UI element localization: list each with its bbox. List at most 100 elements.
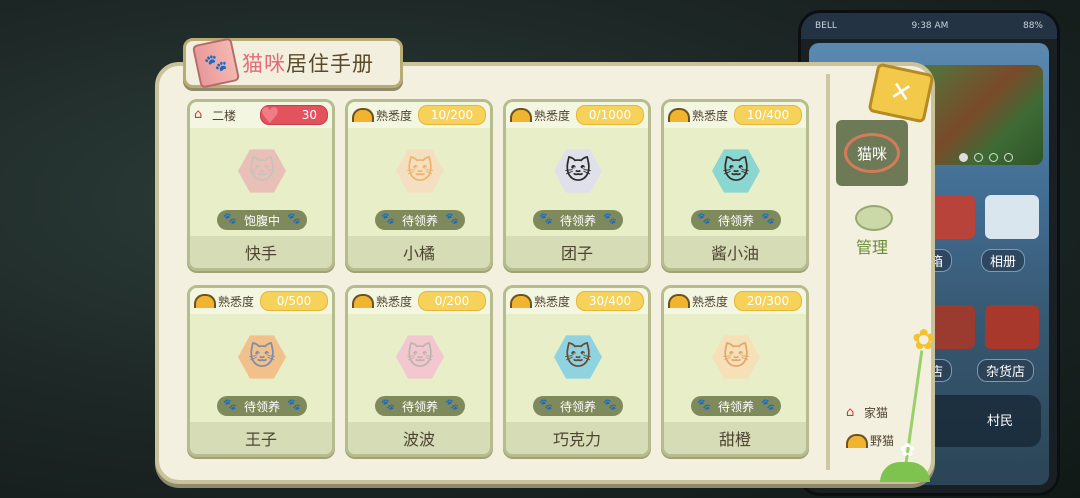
cat-name: 甜橙 bbox=[664, 422, 806, 454]
paw-icon: 🐾 bbox=[603, 212, 617, 225]
cat-portrait: 🐱 bbox=[712, 335, 760, 379]
cat-face-icon: 🐱 bbox=[406, 342, 434, 372]
cat-status-pill: 🐾 待领养 🐾 bbox=[691, 210, 781, 230]
yellow-flower-icon: ✿ bbox=[912, 323, 936, 356]
cat-portrait: 🐱 bbox=[396, 149, 444, 193]
card-header-text: 熟悉度 bbox=[218, 294, 255, 309]
cat-name: 巧克力 bbox=[506, 422, 648, 454]
paw-icon: 🐾 bbox=[539, 212, 553, 225]
cat-portrait: 🐱 bbox=[396, 335, 444, 379]
cat-card[interactable]: 熟悉度 10/200 🐱 🐾 待领养 🐾 小橘 bbox=[345, 99, 493, 271]
familiarity-value: 0/1000 bbox=[588, 108, 632, 122]
tent-icon bbox=[668, 108, 690, 122]
cat-face-icon: 🐱 bbox=[564, 342, 592, 372]
cat-status-pill: 🐾 待领养 🐾 bbox=[375, 210, 465, 230]
card-header-text: 熟悉度 bbox=[692, 108, 729, 123]
paw-icon: 🐾 bbox=[697, 398, 711, 411]
paw-book-icon: 🐾 bbox=[191, 37, 241, 89]
cat-card[interactable]: 熟悉度 20/300 🐱 🐾 待领养 🐾 甜橙 bbox=[661, 285, 809, 457]
card-header-label: 熟悉度 bbox=[510, 293, 570, 310]
cat-card[interactable]: 熟悉度 0/1000 🐱 🐾 待领养 🐾 团子 bbox=[503, 99, 651, 271]
page-title: 猫咪居住手册 bbox=[242, 48, 374, 78]
card-header-label: 熟悉度 bbox=[668, 293, 728, 310]
cat-card[interactable]: ⌂ 二楼 ♥ 30 🐱 🐾 饱腹中 🐾 快手 bbox=[187, 99, 335, 271]
paw-icon: 🐾 bbox=[761, 212, 775, 225]
phone-battery: 88% bbox=[1022, 21, 1043, 31]
paw-icon: 🐾 bbox=[697, 212, 711, 225]
familiarity-value: 20/300 bbox=[746, 294, 790, 308]
cat-name: 小橘 bbox=[348, 236, 490, 268]
heart-icon: ♥ bbox=[260, 104, 280, 129]
handbook-title-tab: 🐾 猫咪居住手册 bbox=[183, 37, 403, 89]
cat-card[interactable]: 熟悉度 30/400 🐱 🐾 待领养 🐾 巧克力 bbox=[503, 285, 651, 457]
card-header: 熟悉度 0/200 bbox=[348, 288, 490, 314]
app-label-grocery: 杂货店 bbox=[977, 359, 1035, 382]
cat-name: 团子 bbox=[506, 236, 648, 268]
cat-status-text: 待领养 bbox=[559, 213, 596, 228]
card-header-text: 熟悉度 bbox=[692, 294, 729, 309]
card-header-text: 熟悉度 bbox=[376, 294, 413, 309]
panel-divider bbox=[826, 74, 830, 470]
paw-icon: 🐾 bbox=[445, 398, 459, 411]
paw-icon: 🐾 bbox=[223, 212, 237, 225]
cat-name: 王子 bbox=[190, 422, 332, 454]
tent-icon bbox=[352, 108, 374, 122]
familiarity-value: 30 bbox=[301, 108, 317, 122]
tent-icon bbox=[352, 294, 374, 308]
close-icon: ✕ bbox=[887, 76, 915, 110]
cat-status-text: 饱腹中 bbox=[243, 213, 280, 228]
cat-status-text: 待领养 bbox=[401, 213, 438, 228]
card-header: ⌂ 二楼 ♥ 30 bbox=[190, 102, 332, 129]
cat-card[interactable]: 熟悉度 0/500 🐱 🐾 待领养 🐾 王子 bbox=[187, 285, 335, 457]
cat-status-pill: 🐾 待领养 🐾 bbox=[533, 210, 623, 230]
cat-card[interactable]: 熟悉度 10/400 🐱 🐾 待领养 🐾 酱小油 bbox=[661, 99, 809, 271]
cat-card[interactable]: 熟悉度 0/200 🐱 🐾 待领养 🐾 波波 bbox=[345, 285, 493, 457]
familiarity-badge: 30/400 bbox=[576, 291, 644, 311]
house-icon: ⌂ bbox=[846, 404, 855, 420]
cat-portrait: 🐱 bbox=[712, 149, 760, 193]
card-header: 熟悉度 30/400 bbox=[506, 288, 648, 314]
legend-wild-label: 野猫 bbox=[870, 434, 895, 448]
cat-face-icon: 🐱 bbox=[248, 156, 276, 186]
card-header-label: 熟悉度 bbox=[352, 107, 412, 124]
cat-name: 酱小油 bbox=[664, 236, 806, 268]
familiarity-value: 10/400 bbox=[746, 108, 790, 122]
card-header-label: 熟悉度 bbox=[668, 107, 728, 124]
phone-carrier: BELL bbox=[815, 21, 837, 31]
tent-icon bbox=[668, 294, 690, 308]
album-app-icon bbox=[985, 195, 1039, 239]
card-header-text: 二楼 bbox=[212, 108, 237, 123]
cat-name: 快手 bbox=[190, 236, 332, 268]
cat-portrait: 🐱 bbox=[238, 335, 286, 379]
title-cat-word: 猫咪 bbox=[242, 52, 286, 76]
food-bowl-icon[interactable] bbox=[855, 205, 893, 231]
familiarity-badge: 0/1000 bbox=[576, 105, 644, 125]
familiarity-badge: 0/200 bbox=[418, 291, 486, 311]
card-header-label: 熟悉度 bbox=[194, 293, 254, 310]
grocery-app-icon bbox=[985, 305, 1039, 349]
cat-face-icon: 🐱 bbox=[564, 156, 592, 186]
cat-status-pill: 🐾 待领养 🐾 bbox=[533, 396, 623, 416]
card-header: 熟悉度 20/300 bbox=[664, 288, 806, 314]
tent-icon bbox=[194, 294, 216, 308]
tent-icon bbox=[510, 294, 532, 308]
phone-status-bar: BELL 9:38 AM 88% bbox=[801, 13, 1057, 39]
paw-icon: 🐾 bbox=[287, 398, 301, 411]
card-header: 熟悉度 10/200 bbox=[348, 102, 490, 128]
card-header-text: 熟悉度 bbox=[534, 294, 571, 309]
cat-status-pill: 🐾 待领养 🐾 bbox=[217, 396, 307, 416]
paw-icon: 🐾 bbox=[603, 398, 617, 411]
cat-status-text: 待领养 bbox=[717, 399, 754, 414]
carousel-dots bbox=[959, 153, 1013, 162]
manage-button[interactable]: 管理 bbox=[840, 234, 904, 258]
cat-status-pill: 🐾 待领养 🐾 bbox=[691, 396, 781, 416]
familiarity-badge: 10/200 bbox=[418, 105, 486, 125]
cat-status-pill: 🐾 饱腹中 🐾 bbox=[217, 210, 307, 230]
phone-time: 9:38 AM bbox=[911, 21, 949, 31]
cat-portrait: 🐱 bbox=[238, 149, 286, 193]
paw-icon: 🐾 bbox=[539, 398, 553, 411]
card-header: 熟悉度 0/1000 bbox=[506, 102, 648, 128]
familiarity-badge: 10/400 bbox=[734, 105, 802, 125]
app-label-album: 相册 bbox=[981, 249, 1026, 272]
tab-cats[interactable]: 猫咪 bbox=[836, 120, 908, 186]
